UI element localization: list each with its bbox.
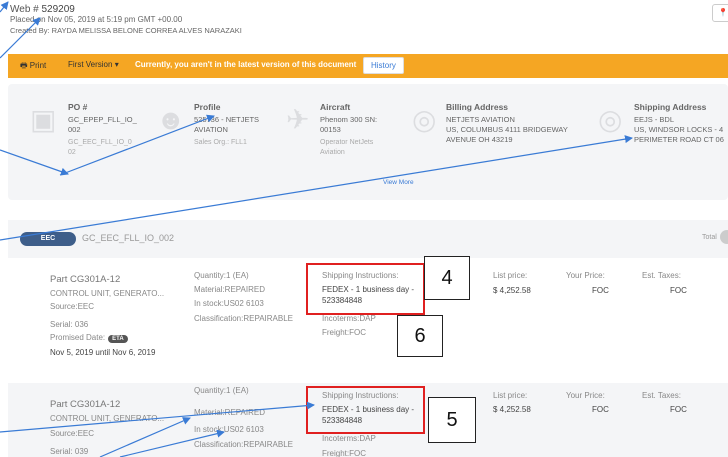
version-toolbar: 🖶 Print First Version ▾ Currently, you a… xyxy=(8,54,728,78)
billing-address-field: Billing Address NETJETS AVIATION US, COL… xyxy=(446,102,568,145)
profile-value-line: 525736 - NETJETS xyxy=(194,115,260,124)
quantity: Quantity:1 (EA) xyxy=(194,271,249,280)
est-taxes-label: Est. Taxes: xyxy=(642,271,681,280)
callout-number: 4 xyxy=(424,256,470,300)
shipping-line: US, WINDSOR LOCKS - 4 xyxy=(634,125,724,134)
view-more-link[interactable]: View More xyxy=(383,179,414,186)
profile-label: Profile xyxy=(194,102,221,112)
highlight-box xyxy=(306,263,425,315)
shipping-line: PERIMETER ROAD CT 06 xyxy=(634,135,724,144)
list-price-value: $ 4,252.58 xyxy=(493,286,531,295)
aircraft-operator: Operator NetJets xyxy=(320,139,374,146)
airplane-icon: ✈ xyxy=(286,104,310,135)
in-stock: In stock:US02 6103 xyxy=(194,425,264,434)
order-name: GC_EEC_FLL_IO_002 xyxy=(82,233,175,243)
version-label: First Version xyxy=(68,60,113,69)
freight: Freight:FOC xyxy=(322,449,367,457)
part-number: Part CG301A-12 xyxy=(50,274,121,285)
web-label: Web # xyxy=(10,4,42,15)
profile-value-line: AVIATION xyxy=(194,125,228,134)
your-price-value: FOC xyxy=(592,405,609,414)
user-icon: ☻ xyxy=(156,104,186,135)
est-taxes-label: Est. Taxes: xyxy=(642,391,681,400)
print-label: Print xyxy=(29,61,47,70)
billing-line: NETJETS AVIATION xyxy=(446,115,515,124)
location-pin-icon[interactable]: 📍 xyxy=(712,4,728,22)
eta-badge: ETA xyxy=(108,335,128,343)
aircraft-label: Aircraft xyxy=(320,102,351,112)
list-price-value: $ 4,252.58 xyxy=(493,405,531,414)
document-header: Web # 529209 Placed on Nov 05, 2019 at 5… xyxy=(0,0,728,50)
quantity: Quantity:1 (EA) xyxy=(194,386,249,395)
billing-line: AVENUE OH 43219 xyxy=(446,135,513,144)
billing-label: Billing Address xyxy=(446,102,509,112)
aircraft-operator: Aviation xyxy=(320,149,345,156)
created-by: Created By: RAYDA MELISSA BELONE CORREA … xyxy=(10,26,242,35)
your-price-value: FOC xyxy=(592,286,609,295)
incoterms: Incoterms:DAP xyxy=(322,314,376,323)
classification: Classification:REPAIRABLE xyxy=(194,440,293,449)
map-pin-icon: ◎ xyxy=(412,104,437,135)
po-label: PO # xyxy=(68,102,88,112)
total-label: Total xyxy=(702,234,717,241)
your-price-label: Your Price: xyxy=(566,271,605,280)
date-range: Nov 5, 2019 until Nov 6, 2019 xyxy=(50,348,156,357)
promised-date: Promised Date: ETA xyxy=(50,333,128,343)
inbox-icon: ▣ xyxy=(30,104,57,135)
version-warning: Currently, you aren't in the latest vers… xyxy=(135,60,357,69)
po-sub-line: 02 xyxy=(68,149,76,156)
print-button[interactable]: 🖶 Print xyxy=(20,60,46,74)
est-taxes-value: FOC xyxy=(670,286,687,295)
po-value-line: 002 xyxy=(68,125,81,134)
aircraft-value-line: 00153 xyxy=(320,125,341,134)
order-info-panel: ▣ PO # GC_EPEP_FLL_IO_ 002 GC_EEC_FLL_IO… xyxy=(8,84,728,200)
callout-number: 5 xyxy=(428,397,476,443)
version-dropdown[interactable]: First Version ▾ xyxy=(68,60,119,69)
placed-date: Placed on Nov 05, 2019 at 5:19 pm GMT +0… xyxy=(10,15,183,24)
source-badge: EEC xyxy=(20,232,76,246)
promised-label: Promised Date: xyxy=(50,333,106,342)
part-source: Source:EEC xyxy=(50,302,95,311)
part-description: CONTROL UNIT, GENERATO... xyxy=(50,414,165,423)
part-serial: Serial: 036 xyxy=(50,320,89,329)
incoterms: Incoterms:DAP xyxy=(322,434,376,443)
po-value-line: GC_EPEP_FLL_IO_ xyxy=(68,115,137,124)
material: Material:REPAIRED xyxy=(194,285,265,294)
map-pin-icon: ◎ xyxy=(598,104,623,135)
list-price-label: List price: xyxy=(493,271,528,280)
part-serial: Serial: 039 xyxy=(50,447,89,456)
your-price-label: Your Price: xyxy=(566,391,605,400)
est-taxes-value: FOC xyxy=(670,405,687,414)
in-stock: In stock:US02 6103 xyxy=(194,299,264,308)
po-sub-line: GC_EEC_FLL_IO_0 xyxy=(68,139,132,146)
shipping-address-field: Shipping Address EEJS - BDL US, WINDSOR … xyxy=(634,102,724,145)
material: Material:REPAIRED xyxy=(194,408,265,417)
sales-org: Sales Org.: FLL1 xyxy=(194,139,247,146)
total-toggle[interactable] xyxy=(720,230,728,244)
po-field: PO # GC_EPEP_FLL_IO_ 002 GC_EEC_FLL_IO_0… xyxy=(68,102,137,158)
aircraft-field: Aircraft Phenom 300 SN: 00153 Operator N… xyxy=(320,102,377,158)
classification: Classification:REPAIRABLE xyxy=(194,314,293,323)
freight: Freight:FOC xyxy=(322,328,367,337)
profile-field: Profile 525736 - NETJETS AVIATION Sales … xyxy=(194,102,259,148)
history-button[interactable]: History xyxy=(363,57,404,74)
highlight-box xyxy=(306,386,425,434)
shipping-line: EEJS - BDL xyxy=(634,115,675,124)
part-description: CONTROL UNIT, GENERATO... xyxy=(50,289,165,298)
printer-icon: 🖶 xyxy=(20,61,28,70)
aircraft-value-line: Phenom 300 SN: xyxy=(320,115,378,124)
caret-down-icon: ▾ xyxy=(114,60,119,69)
billing-line: US, COLUMBUS 4111 BRIDGEWAY xyxy=(446,125,568,134)
part-number: Part CG301A-12 xyxy=(50,399,121,410)
list-price-label: List price: xyxy=(493,391,528,400)
callout-number: 6 xyxy=(397,315,443,357)
web-number-value: 529209 xyxy=(41,4,75,15)
part-source: Source:EEC xyxy=(50,429,95,438)
shipping-label: Shipping Address xyxy=(634,102,707,112)
web-number: Web # 529209 xyxy=(10,4,75,15)
